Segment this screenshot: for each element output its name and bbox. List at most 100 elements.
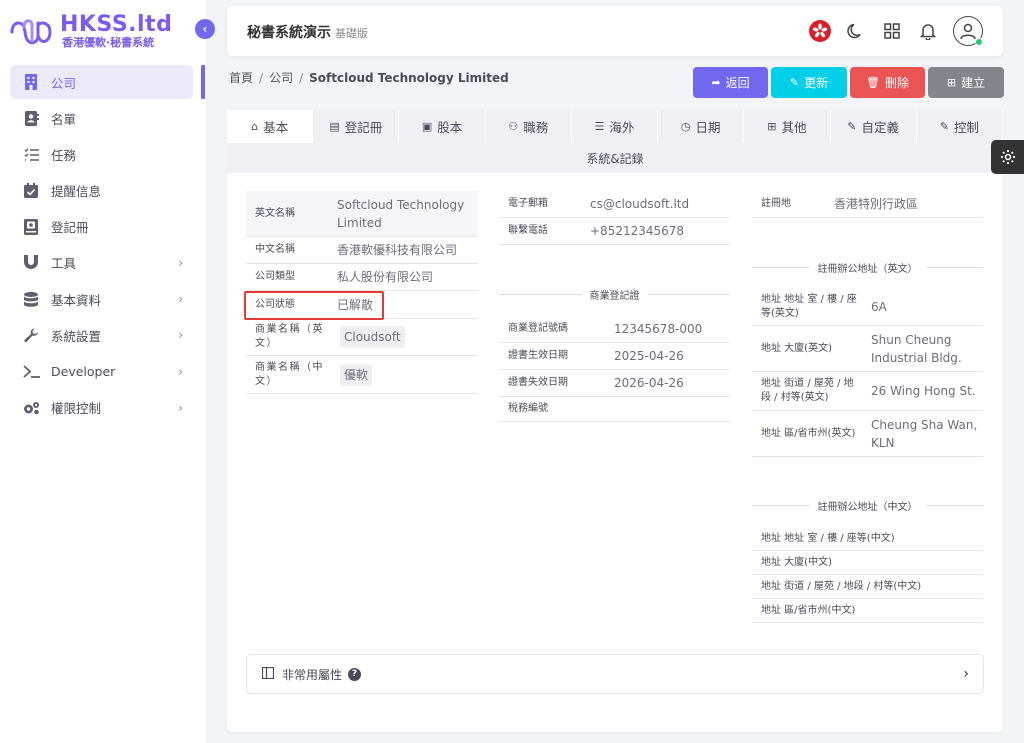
table-row: 中文名稱 香港軟優科技有限公司 [246, 237, 478, 264]
chinese-name-value: 香港軟優科技有限公司 [337, 243, 458, 257]
tab-5[interactable]: ◷ 日期 [658, 110, 745, 143]
back-button[interactable]: ➦ 返回 [693, 67, 768, 98]
business-name-en-tag: Cloudsoft [340, 326, 405, 348]
sidebar-item-5[interactable]: 工具 › [10, 246, 193, 280]
table-row: 公司類型 私人股份有限公司 [246, 264, 478, 291]
building-icon [22, 73, 40, 91]
users-icon: ⚇ [508, 120, 519, 133]
settings-gear-button[interactable] [991, 140, 1024, 174]
chevron-right-icon: › [178, 292, 183, 307]
calendar-check-icon [22, 182, 40, 200]
notification-bell-icon[interactable] [917, 20, 939, 42]
tab-7[interactable]: ✎ 自定義 [831, 110, 917, 143]
magnet-icon [22, 254, 40, 272]
chevron-right-icon: › [178, 364, 183, 379]
dark-mode-moon-icon[interactable] [845, 20, 867, 42]
create-button[interactable]: ⊞ 建立 [928, 67, 1004, 98]
online-status-dot [975, 38, 983, 46]
list-check-icon [22, 145, 40, 163]
terminal-icon [22, 363, 40, 381]
tab-8[interactable]: ✎ 控制 [917, 110, 1003, 143]
table-row: 英文名稱 Softcloud Technology Limited [246, 191, 478, 237]
sidebar-item-3[interactable]: 提醒信息 [10, 174, 193, 208]
table-row: 稅務編號 [499, 397, 730, 422]
breadcrumb-home[interactable]: 首頁 [229, 71, 253, 85]
tab-6[interactable]: ⊞ 其他 [744, 110, 831, 143]
sidebar-item-0[interactable]: 公司 [10, 65, 193, 99]
tab-label: 控制 [953, 120, 979, 135]
company-type-value: 私人股份有限公司 [337, 270, 434, 284]
help-icon[interactable]: ? [348, 667, 362, 681]
sidebar-item-7[interactable]: 系統設置 › [10, 318, 193, 352]
tab-label: 海外 [609, 120, 635, 135]
tab-label: 職務 [523, 120, 549, 135]
sidebar-item-label: 登記冊 [51, 220, 89, 236]
logo-title: HKSS.ltd [60, 12, 173, 37]
trash-icon: 🗑 [866, 76, 880, 89]
gear-icon [1000, 150, 1015, 164]
tab-4[interactable]: ☰ 海外 [572, 110, 659, 143]
breadcrumb-section[interactable]: 公司 [269, 71, 293, 85]
english-name-value: Softcloud Technology Limited [337, 197, 465, 230]
tab-label: 自定義 [861, 120, 899, 135]
address-zh-title: 註冊辦公地址（中文） [817, 502, 918, 513]
top-header: 秘書系統演示 基礎版 [227, 6, 1003, 56]
section-title: 註冊辦公地址（中文） [752, 492, 983, 519]
language-flag-button[interactable] [809, 20, 831, 42]
update-label: 更新 [804, 76, 829, 90]
address-district-en-value: Cheung Sha Wan, KLN [871, 417, 978, 450]
field-label: 地址 區/省市州(英文) [761, 427, 856, 439]
tab-label: 其他 [781, 120, 807, 135]
collapse-sidebar-button[interactable]: ‹ [195, 19, 215, 39]
tab-label: 登記冊 [344, 120, 383, 135]
table-row: 地址 區/省市州(英文) Cheung Sha Wan, KLN [752, 411, 983, 457]
tab-system-records[interactable]: 系統&記錄 [227, 143, 1003, 173]
clock-icon: ◷ [680, 120, 691, 133]
server-icon: ☰ [594, 120, 605, 133]
contacts-icon [22, 109, 40, 127]
field-label: 電子郵箱 [508, 198, 548, 209]
user-avatar[interactable] [953, 16, 983, 46]
address-en-title: 註冊辦公地址（英文） [817, 264, 918, 275]
sidebar-item-9[interactable]: 權限控制 › [10, 391, 193, 425]
tab-0[interactable]: ⌂ 基本 [227, 110, 314, 143]
update-button[interactable]: ✎ 更新 [771, 67, 847, 98]
address-room-en-value: 6A [871, 300, 887, 314]
delete-label: 刪除 [884, 76, 909, 90]
sidebar-item-4[interactable]: 登記冊 [10, 210, 193, 244]
field-label: 證書失效日期 [508, 377, 568, 388]
br-number-value: 12345678-000 [614, 322, 703, 336]
sidebar-item-label: 提醒信息 [51, 184, 102, 200]
tab-1[interactable]: ▤ 登記冊 [313, 110, 400, 143]
field-label: 公司類型 [255, 271, 295, 282]
field-label: 註冊地 [761, 198, 791, 209]
tab-3[interactable]: ⚇ 職務 [486, 110, 572, 143]
field-label: 地址 地址 室 / 樓 / 座等(中文) [761, 532, 895, 544]
registered-place-value: 香港特別行政區 [834, 197, 919, 211]
user-edit-icon: ✎ [847, 120, 857, 133]
cogs-icon [22, 399, 40, 417]
sidebar-item-label: 任務 [51, 147, 77, 163]
status-highlight-box [244, 291, 384, 320]
field-label: 地址 大廈(英文) [761, 342, 832, 354]
sidebar-item-6[interactable]: 基本資料 › [10, 282, 193, 316]
logo[interactable]: HKSS.ltd 香港優軟·秘書系統 [8, 12, 172, 52]
field-label: 稅務編號 [508, 403, 548, 414]
delete-button[interactable]: 🗑 刪除 [850, 67, 925, 98]
table-row: 商業名稱（中文） 優軟 [246, 356, 478, 394]
tab-2[interactable]: ▣ 股本 [399, 110, 486, 143]
uncommon-attributes-panel[interactable]: 非常用屬性 ? › [246, 654, 984, 694]
field-label: 商業名稱（中文） [255, 361, 324, 387]
sidebar-item-8[interactable]: Developer › [10, 355, 193, 389]
table-row: 商業登記號碼 12345678-000 [499, 316, 730, 343]
apps-grid-icon[interactable] [881, 20, 903, 42]
wrench-icon [22, 326, 40, 344]
business-registration-table: 商業登記證 商業登記號碼 12345678-000 證書生效日期 2025-04… [499, 281, 730, 422]
tax-number-value [605, 397, 730, 421]
sidebar-item-1[interactable]: 名單 [10, 101, 193, 135]
sidebar-item-2[interactable]: 任務 [10, 137, 193, 171]
sidebar-item-label: 系統設置 [51, 328, 102, 344]
business-name-zh-tag: 優軟 [340, 363, 373, 386]
table-row: 地址 大廈(英文) Shun Cheung Industrial Bldg. [752, 326, 983, 372]
create-label: 建立 [961, 76, 986, 90]
